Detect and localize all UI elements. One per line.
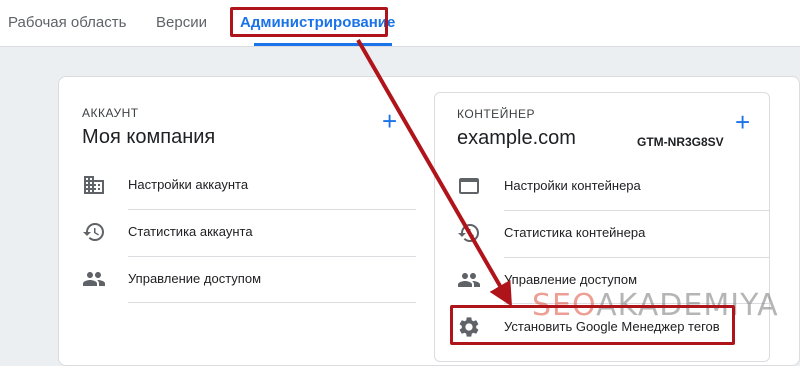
tab-workspace[interactable]: Рабочая область bbox=[8, 14, 126, 31]
container-id: GTM-NR3G8SV bbox=[637, 135, 724, 149]
divider bbox=[128, 302, 416, 303]
building-icon bbox=[84, 176, 104, 194]
container-name: example.com bbox=[457, 127, 576, 149]
container-stats-item[interactable]: Статистика контейнера bbox=[435, 210, 769, 256]
account-stats-label: Статистика аккаунта bbox=[128, 224, 253, 239]
account-stats-item[interactable]: Статистика аккаунта bbox=[66, 209, 416, 255]
container-settings-item[interactable]: Настройки контейнера bbox=[435, 163, 769, 209]
active-tab-indicator bbox=[254, 43, 392, 46]
tab-highlight-frame bbox=[230, 7, 388, 37]
container-access-label: Управление доступом bbox=[504, 272, 638, 287]
people-icon bbox=[83, 272, 105, 286]
account-access-label: Управление доступом bbox=[128, 271, 262, 286]
account-access-item[interactable]: Управление доступом bbox=[66, 256, 416, 302]
history-icon bbox=[458, 224, 479, 242]
browser-window-icon bbox=[459, 178, 479, 194]
tab-versions[interactable]: Версии bbox=[156, 14, 207, 31]
add-account-button[interactable]: + bbox=[382, 108, 397, 134]
people-icon bbox=[458, 273, 480, 287]
account-name: Моя компания bbox=[82, 126, 216, 148]
container-settings-label: Настройки контейнера bbox=[504, 178, 641, 193]
account-section-label: АККАУНТ bbox=[82, 106, 139, 120]
account-settings-label: Настройки аккаунта bbox=[128, 177, 249, 192]
container-stats-label: Статистика контейнера bbox=[504, 225, 646, 240]
history-icon bbox=[83, 223, 104, 241]
top-tab-bar: Рабочая область Версии Администрирование bbox=[0, 0, 800, 47]
install-row-highlight-frame bbox=[450, 305, 735, 345]
account-card: АККАУНТ Моя компания + Настройки аккаунт… bbox=[66, 92, 416, 362]
container-section-label: КОНТЕЙНЕР bbox=[457, 107, 535, 121]
account-settings-item[interactable]: Настройки аккаунта bbox=[66, 162, 416, 208]
add-container-button[interactable]: + bbox=[735, 109, 750, 135]
